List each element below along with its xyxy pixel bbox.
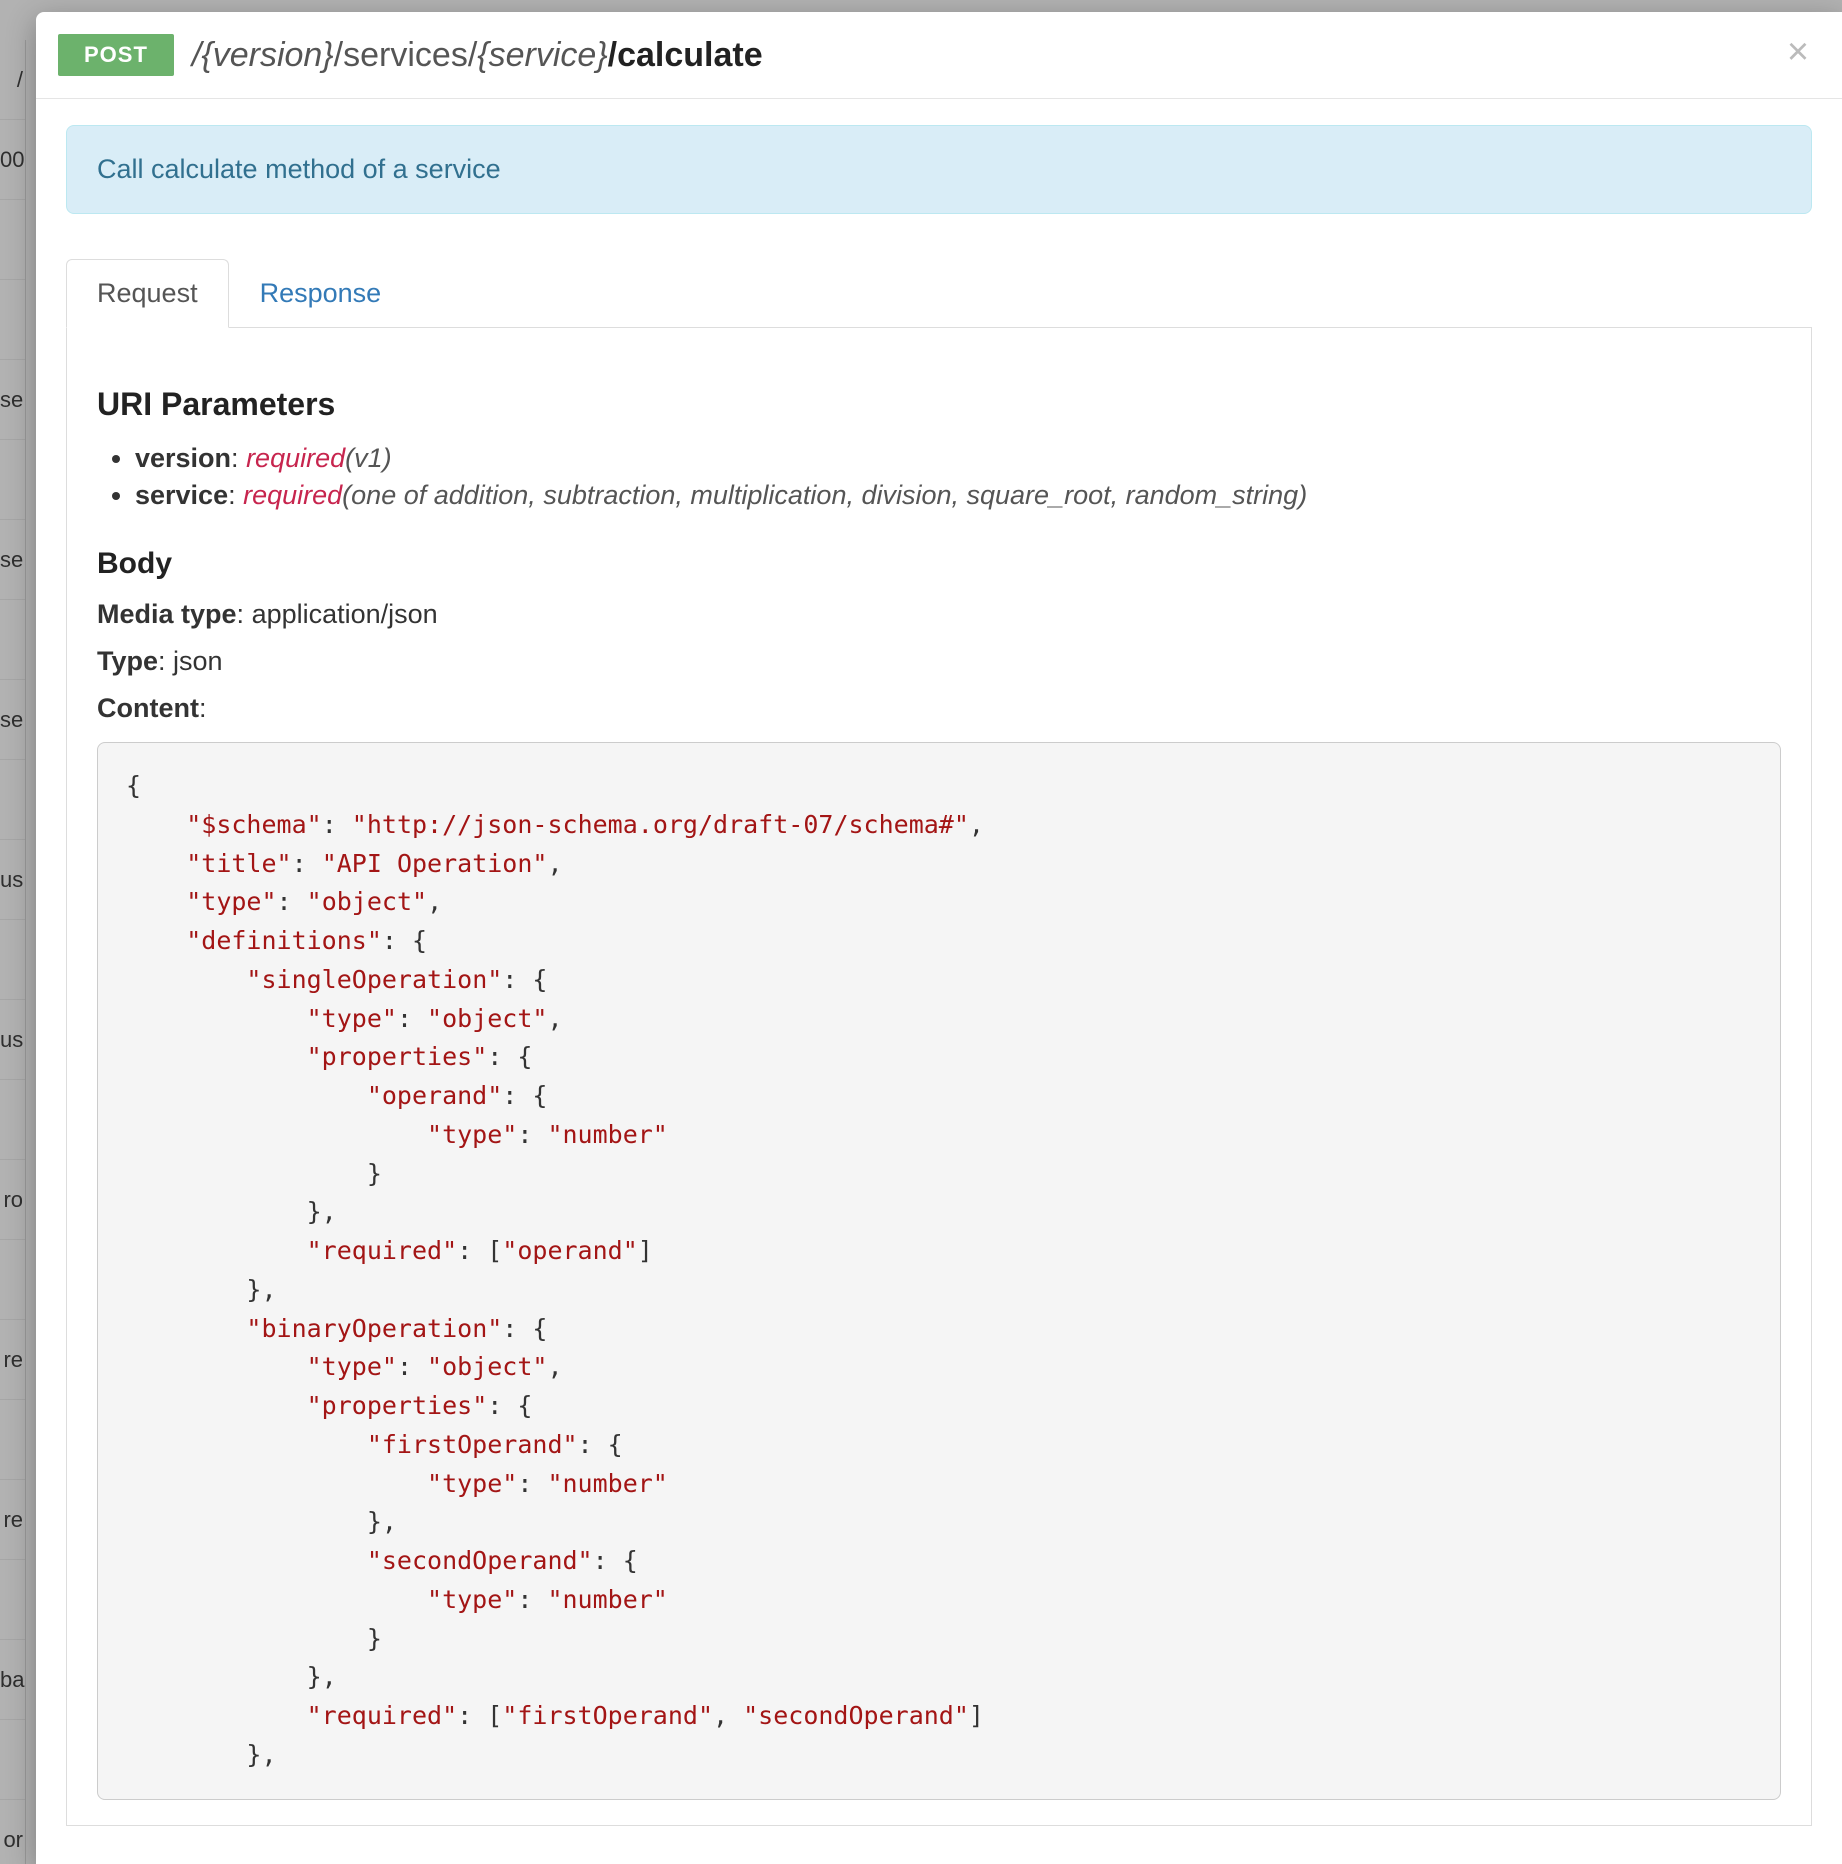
- media-type-value: application/json: [252, 599, 438, 629]
- endpoint-path: /{version}/services/{service}/calculate: [192, 36, 763, 75]
- section-body: Body: [97, 547, 1781, 581]
- required-label: required: [243, 480, 342, 510]
- content-row: Content:: [97, 693, 1781, 724]
- type-value: json: [173, 646, 223, 676]
- uri-parameters-list: version: required(v1) service: required(…: [135, 443, 1781, 511]
- required-label: required: [246, 443, 345, 473]
- uri-param-version: version: required(v1): [135, 443, 1781, 474]
- type-row: Type: json: [97, 646, 1781, 677]
- path-calculate-segment: /calculate: [608, 36, 763, 74]
- path-services-segment: /services/: [334, 36, 478, 74]
- tab-request[interactable]: Request: [66, 259, 229, 328]
- api-modal: POST /{version}/services/{service}/calcu…: [36, 12, 1842, 1864]
- media-type-label: Media type: [97, 599, 237, 629]
- close-icon[interactable]: ×: [1780, 34, 1816, 70]
- param-version-detail: (v1): [345, 443, 392, 473]
- type-label: Type: [97, 646, 158, 676]
- content-label: Content: [97, 693, 199, 723]
- path-service-var: {service}: [477, 36, 607, 74]
- param-name-version: version: [135, 443, 231, 473]
- param-name-service: service: [135, 480, 228, 510]
- media-type-row: Media type: application/json: [97, 599, 1781, 630]
- body-schema-code: { "$schema": "http://json-schema.org/dra…: [97, 742, 1781, 1800]
- tab-request-panel: URI Parameters version: required(v1) ser…: [66, 328, 1812, 1826]
- endpoint-description: Call calculate method of a service: [66, 125, 1812, 214]
- http-method-badge: POST: [58, 34, 174, 76]
- param-service-detail: (one of addition, subtraction, multiplic…: [342, 480, 1307, 510]
- tabs: Request Response: [66, 258, 1812, 328]
- section-uri-parameters: URI Parameters: [97, 386, 1781, 423]
- tab-response[interactable]: Response: [229, 259, 413, 328]
- path-version-var: /{version}: [192, 36, 334, 74]
- uri-param-service: service: required(one of addition, subtr…: [135, 480, 1781, 511]
- modal-header: POST /{version}/services/{service}/calcu…: [36, 12, 1842, 99]
